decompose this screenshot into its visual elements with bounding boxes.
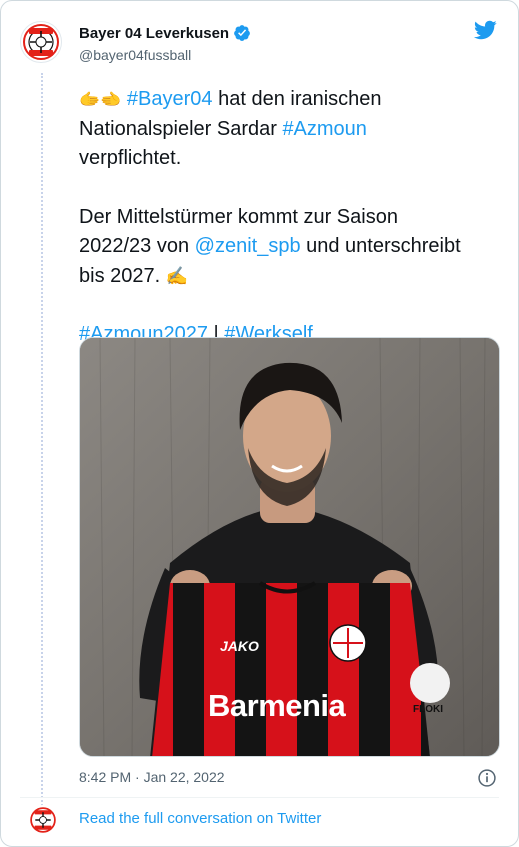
tweet-text-segment: hat den iranischen	[212, 88, 382, 110]
tweet-line-4: Der Mittelstürmer kommt zur Saison	[79, 205, 398, 228]
jersey-sponsor-text: Barmenia	[208, 688, 346, 723]
thread-line	[41, 73, 43, 813]
jersey-brand-text: JAKO	[220, 638, 259, 654]
tweet-text-segment: 2022/23 von	[79, 235, 195, 257]
footer-divider	[20, 797, 499, 798]
tweet-text: 🫱🫲 #Bayer04 hat den iranischen Nationals…	[79, 85, 509, 350]
info-icon[interactable]	[477, 768, 497, 788]
bayer-crest-logo	[23, 24, 59, 60]
author-name[interactable]: Bayer 04 Leverkusen	[79, 25, 229, 42]
read-conversation-link[interactable]: Read the full conversation on Twitter	[79, 810, 321, 827]
tweet-line-3: verpflichtet.	[79, 147, 182, 169]
bayer-crest-logo	[30, 807, 56, 833]
tweet-card: Bayer 04 Leverkusen @bayer04fussball 🫱🫲 …	[0, 0, 519, 847]
writing-hand-emoji: ✍️	[165, 265, 189, 286]
tweet-line-5: 2022/23 von @zenit_spb und unterschreibt	[79, 232, 509, 262]
handshake-emoji: 🫱🫲	[79, 90, 122, 109]
mention-zenit-spb[interactable]: @zenit_spb	[195, 235, 301, 257]
tweet-text-segment: und unterschreibt	[300, 235, 461, 257]
tweet-text-segment: Nationalspieler Sardar	[79, 117, 283, 140]
jersey-patch-text: FLOKI	[413, 704, 443, 715]
tweet-text-segment: bis 2027.	[79, 264, 166, 287]
author-avatar[interactable]	[20, 21, 62, 63]
footer-avatar[interactable]	[28, 805, 58, 835]
tweet-line-6: bis 2027. ✍️	[79, 262, 509, 292]
hashtag-bayer04[interactable]: #Bayer04	[127, 88, 213, 110]
tweet-timestamp[interactable]: 8:42 PM · Jan 22, 2022	[79, 769, 225, 785]
tweet-photo[interactable]: JAKO Barmenia FLOKI	[79, 337, 500, 757]
tweet-line-2: Nationalspieler Sardar #Azmoun	[79, 115, 509, 145]
author-name-row[interactable]: Bayer 04 Leverkusen	[79, 24, 251, 42]
twitter-bird-icon[interactable]	[472, 18, 498, 42]
tweet-line-1: 🫱🫲 #Bayer04 hat den iranischen	[79, 85, 509, 115]
verified-badge-icon	[234, 25, 250, 41]
author-handle[interactable]: @bayer04fussball	[79, 47, 191, 63]
hashtag-azmoun[interactable]: #Azmoun	[282, 118, 367, 140]
